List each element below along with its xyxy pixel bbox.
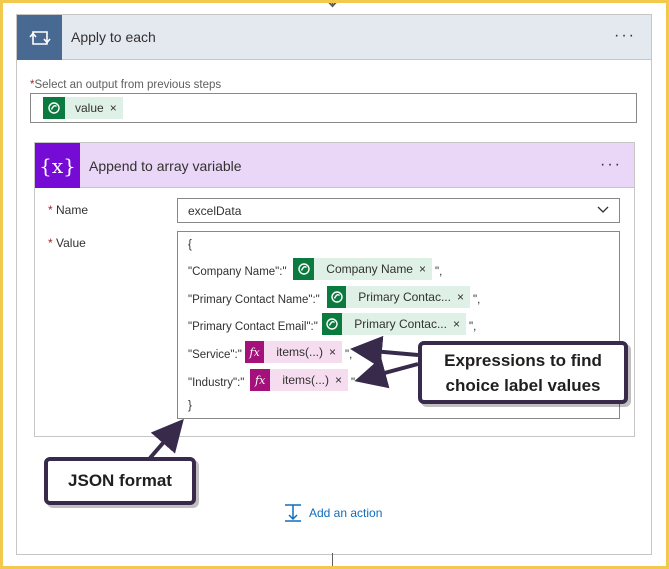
append-to-array-title: Append to array variable <box>89 158 242 174</box>
value-label: * Value <box>48 236 86 250</box>
name-dropdown[interactable]: excelData <box>177 198 620 223</box>
remove-primary-contact-name-token-button[interactable]: × <box>457 290 470 304</box>
json-tail: ", <box>345 349 353 361</box>
dataverse-icon <box>322 313 343 335</box>
name-dropdown-value: excelData <box>188 204 242 218</box>
add-action-icon <box>285 504 301 522</box>
remove-company-name-token-button[interactable]: × <box>419 262 432 276</box>
loop-icon <box>17 15 62 60</box>
json-key-primary-contact-email: "Primary Contact Email":" <box>188 321 318 333</box>
required-mark: * <box>48 236 53 250</box>
primary-contact-email-token-label: Primary Contac... <box>354 317 447 331</box>
primary-contact-email-token[interactable]: Primary Contac... × <box>322 313 466 335</box>
loop-more-options-button[interactable]: ··· <box>614 28 636 44</box>
select-output-label: *Select an output from previous steps <box>30 79 221 91</box>
append-more-options-button[interactable]: ··· <box>600 157 622 173</box>
service-expression-token[interactable]: fx items(...) × <box>245 341 342 363</box>
value-token[interactable]: value × <box>43 97 123 119</box>
remove-value-token-button[interactable]: × <box>110 101 123 115</box>
json-key-company-name: "Company Name":" <box>188 266 287 278</box>
company-name-token-label: Company Name <box>326 262 413 276</box>
json-tail: ", <box>469 321 477 333</box>
value-label-text: Value <box>56 236 86 250</box>
expressions-callout: Expressions to find choice label values <box>418 341 628 404</box>
bottom-connector <box>332 553 333 569</box>
json-tail: ", <box>473 294 481 306</box>
value-token-label: value <box>75 101 104 115</box>
expression-fx-icon: fx <box>245 341 265 363</box>
add-an-action-label: Add an action <box>309 506 383 520</box>
name-label: * Name <box>48 203 88 217</box>
remove-primary-contact-email-token-button[interactable]: × <box>453 317 466 331</box>
json-key-primary-contact-name: "Primary Contact Name":" <box>188 294 320 306</box>
json-tail: " <box>351 377 356 389</box>
required-mark: * <box>48 203 53 217</box>
json-tail: ", <box>435 266 443 278</box>
json-close-brace: } <box>188 400 192 412</box>
json-open-brace: { <box>188 239 192 251</box>
primary-contact-name-token-label: Primary Contac... <box>358 290 451 304</box>
dataverse-icon <box>293 258 315 280</box>
expression-fx-icon: fx <box>250 369 271 391</box>
company-name-token[interactable]: Company Name × <box>293 258 432 280</box>
append-to-array-header[interactable]: {x} Append to array variable ··· <box>35 143 634 188</box>
dataverse-icon <box>43 97 65 119</box>
add-an-action-button[interactable]: Add an action <box>283 503 382 523</box>
apply-to-each-title: Apply to each <box>71 29 156 45</box>
select-output-label-text: Select an output from previous steps <box>34 79 222 91</box>
expressions-callout-line2: choice label values <box>445 375 601 395</box>
select-output-field[interactable]: value × <box>30 93 637 123</box>
remove-industry-expression-token-button[interactable]: × <box>335 373 348 387</box>
service-expression-token-label: items(...) <box>276 345 323 359</box>
remove-service-expression-token-button[interactable]: × <box>329 345 342 359</box>
name-label-text: Name <box>56 203 89 217</box>
variable-icon: {x} <box>35 143 80 188</box>
primary-contact-name-token[interactable]: Primary Contac... × <box>327 286 470 308</box>
json-format-callout: JSON format <box>44 457 196 505</box>
industry-expression-token-label: items(...) <box>282 373 329 387</box>
dataverse-icon <box>327 286 347 308</box>
json-key-industry: "Industry":" <box>188 377 245 389</box>
down-arrow-icon <box>325 0 340 8</box>
expressions-callout-line1: Expressions to find <box>444 350 602 370</box>
chevron-down-icon <box>597 206 609 213</box>
industry-expression-token[interactable]: fx items(...) × <box>250 369 348 391</box>
json-key-service: "Service":" <box>188 349 242 361</box>
apply-to-each-header[interactable]: Apply to each ··· <box>17 15 651 60</box>
